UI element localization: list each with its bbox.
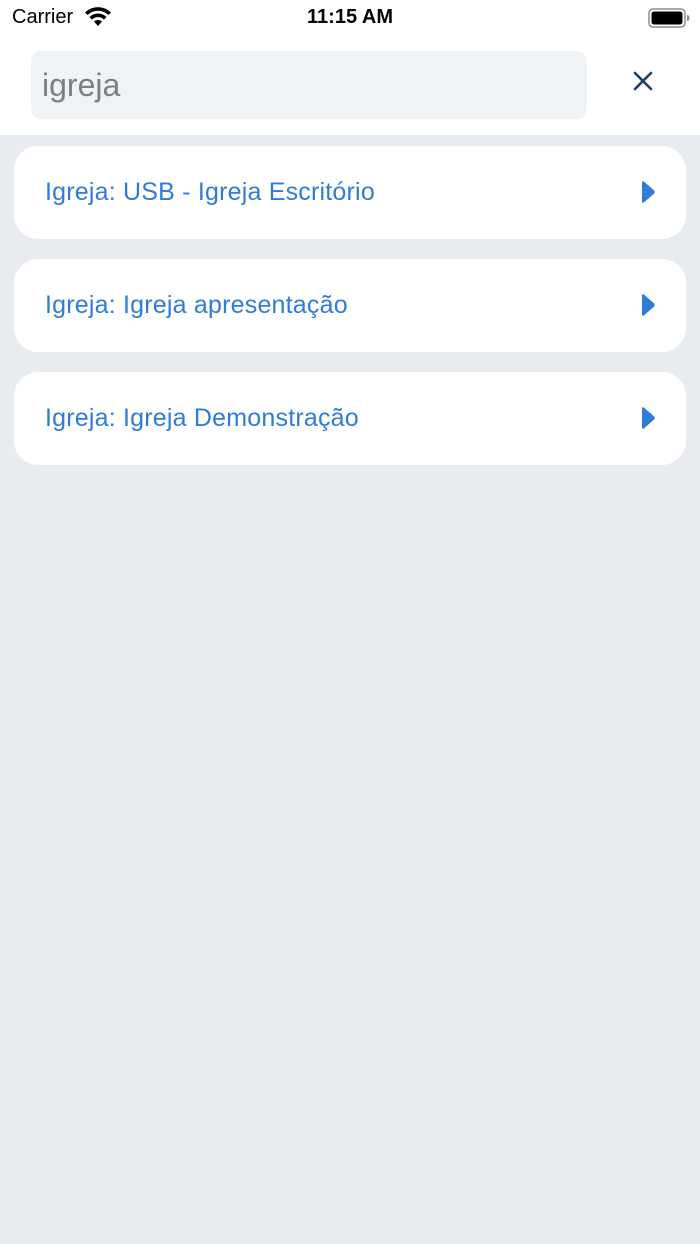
result-item[interactable]: Igreja: Igreja apresentação <box>14 259 686 352</box>
status-bar: Carrier 11:15 AM <box>0 0 700 36</box>
result-label: Igreja: USB - Igreja Escritório <box>45 178 375 206</box>
search-header <box>0 36 700 135</box>
search-input[interactable] <box>42 66 562 104</box>
battery-icon <box>648 8 690 33</box>
result-item[interactable]: Igreja: USB - Igreja Escritório <box>14 146 686 239</box>
search-field[interactable] <box>31 51 587 119</box>
clock: 11:15 AM <box>307 6 393 28</box>
chevron-right-icon <box>640 406 656 435</box>
chevron-right-icon <box>640 293 656 322</box>
result-label: Igreja: Igreja apresentação <box>45 291 348 319</box>
chevron-right-icon <box>640 180 656 209</box>
result-label: Igreja: Igreja Demonstração <box>45 404 359 432</box>
close-icon <box>632 70 654 97</box>
result-item[interactable]: Igreja: Igreja Demonstração <box>14 372 686 465</box>
results-list: Igreja: USB - Igreja Escritório Igreja: … <box>14 146 686 485</box>
close-search-button[interactable] <box>620 60 666 106</box>
search-screen: Carrier 11:15 AM igreja Igreja: USB - Ig… <box>0 0 700 1244</box>
